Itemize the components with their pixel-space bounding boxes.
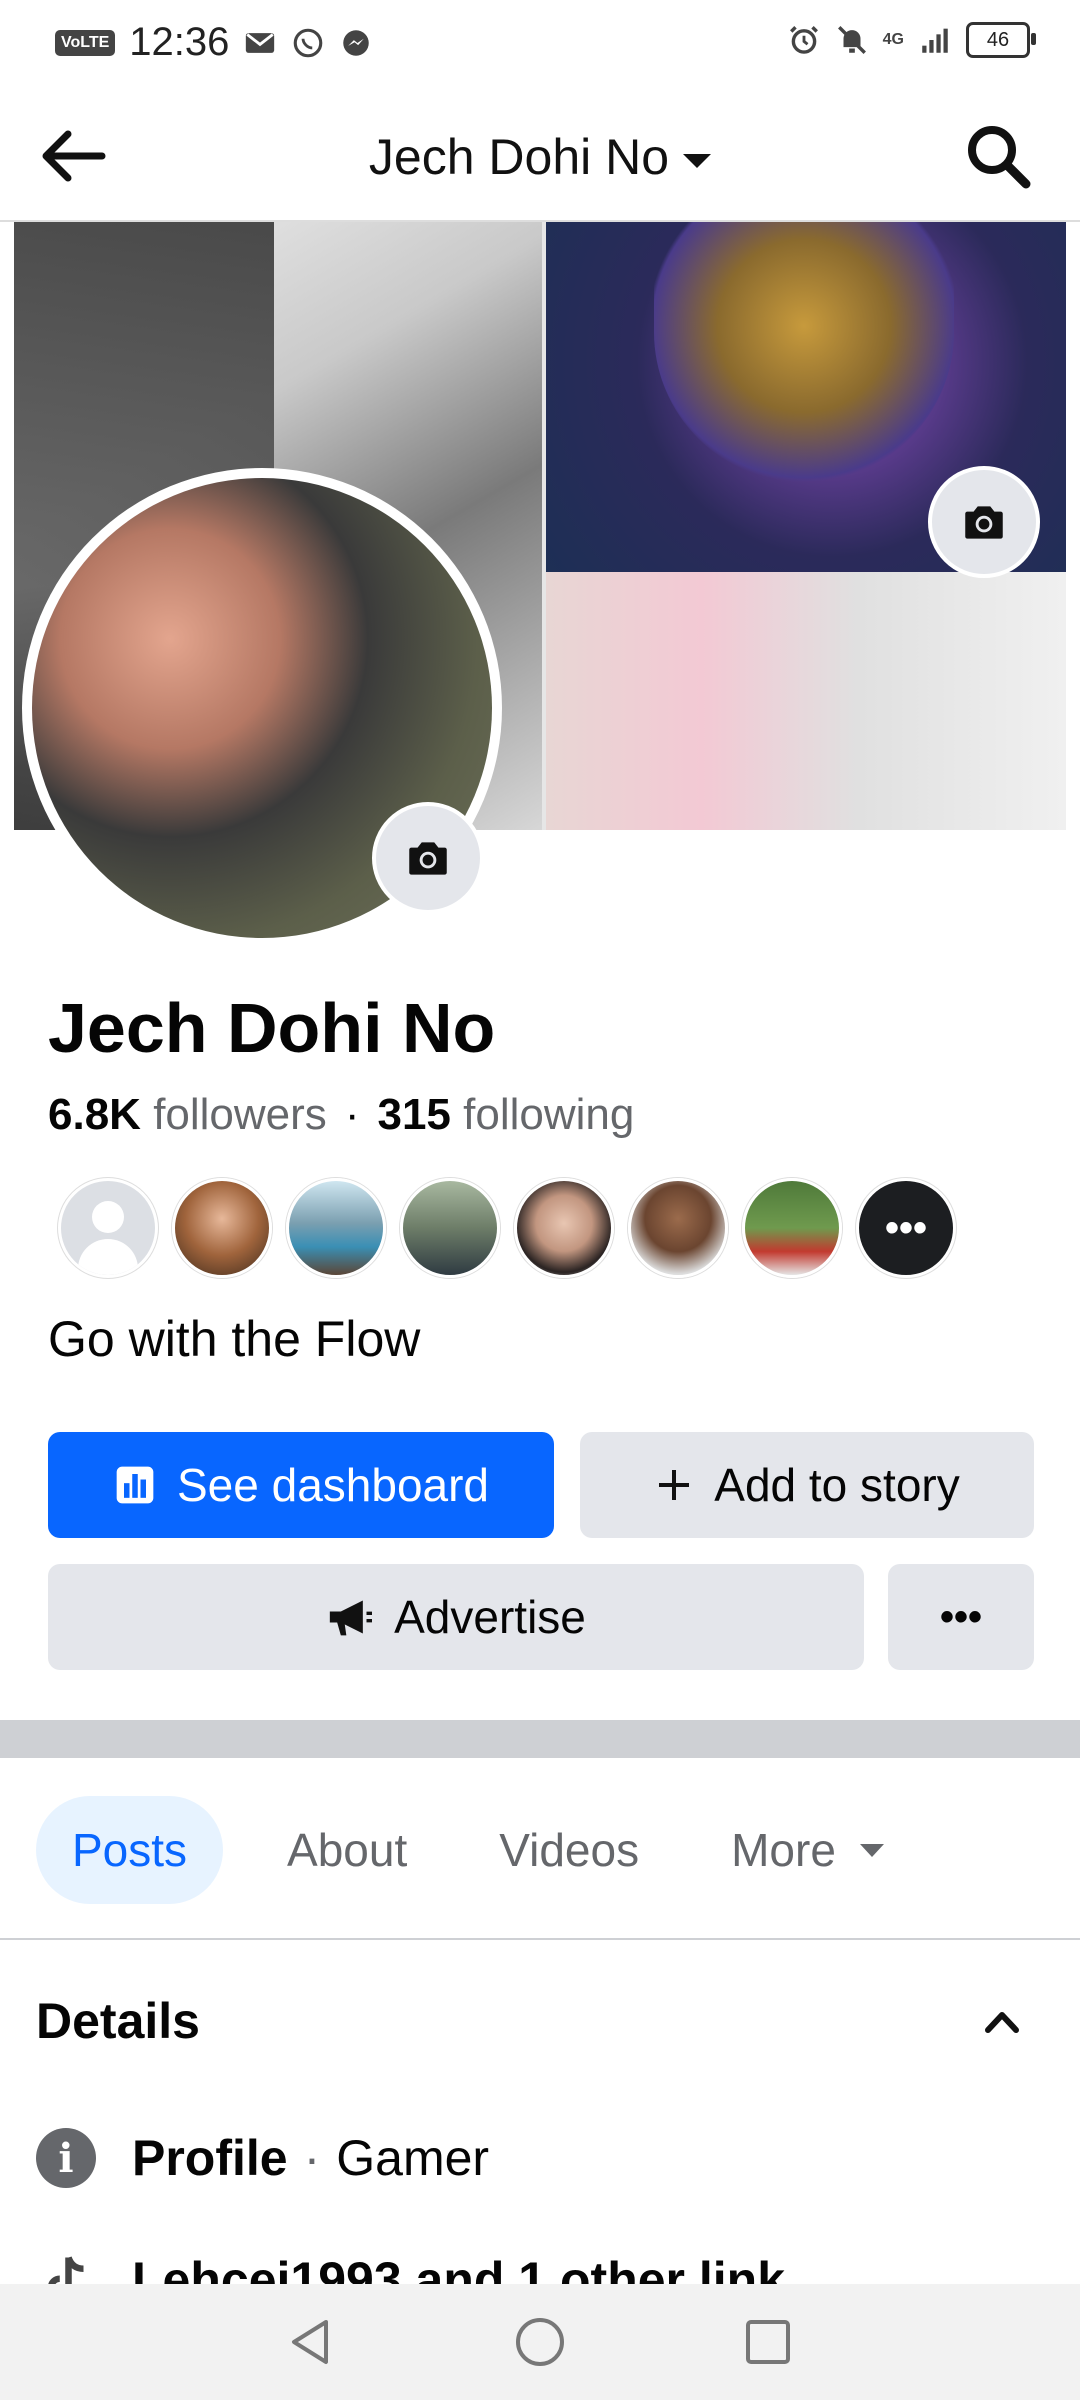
advertise-button[interactable]: Advertise [48,1564,864,1670]
clock: 12:36 [129,20,230,64]
alarm-icon [789,26,818,54]
tabs-divider [0,1938,1080,1940]
see-dashboard-label: See dashboard [176,1459,490,1511]
mute-icon [837,26,866,54]
system-navigation-bar [0,2284,1080,2400]
signal-label: 4G [882,31,904,48]
info-icon: i [36,2128,96,2188]
tab-label: Posts [72,1824,188,1876]
status-bar: VoLTE 12:36 4G 46 [0,0,1080,92]
caret-down-icon [859,1843,884,1857]
status-left: VoLTE 12:36 [55,20,373,65]
friend-avatar[interactable] [172,1178,272,1278]
camera-icon [409,842,447,875]
tab-posts[interactable]: Posts [36,1796,224,1904]
edit-profile-picture-camera-button[interactable] [372,802,484,914]
tab-label: More [731,1824,836,1876]
cover-photo-mirror-selfie [546,572,1066,830]
following-label: following [463,1090,635,1139]
profile-switcher[interactable]: Jech Dohi No [0,128,1080,186]
plus-icon [659,1470,690,1500]
tab-label: Videos [499,1824,640,1876]
following-link[interactable]: 315 following [377,1090,634,1139]
more-options-button[interactable]: ••• [888,1564,1034,1670]
profile-tabs: Posts About Videos More [36,1796,948,1904]
friend-avatar[interactable] [514,1178,614,1278]
detail-separator: · [303,2130,321,2186]
friend-avatar[interactable] [400,1178,500,1278]
add-to-story-button[interactable]: Add to story [580,1432,1034,1538]
tab-about[interactable]: About [259,1796,435,1904]
follow-stats: 6.8K followers · 315 following [48,1090,634,1140]
friend-avatar[interactable] [286,1178,386,1278]
tab-videos[interactable]: Videos [471,1796,667,1904]
profile-name: Jech Dohi No [48,989,496,1067]
followers-count: 6.8K [48,1090,141,1139]
caret-down-icon [683,153,712,168]
chevron-up-icon[interactable] [982,2002,1022,2042]
mail-icon [246,32,275,53]
camera-icon [965,506,1003,539]
more-friends-button[interactable]: ••• [856,1178,956,1278]
home-circle-icon[interactable] [512,2314,568,2370]
followers-link[interactable]: 6.8K followers [48,1090,327,1139]
search-icon[interactable] [964,122,1032,190]
stats-separator: · [344,1090,360,1139]
megaphone-icon [329,1600,373,1636]
more-dots-icon: ••• [939,1594,982,1639]
battery-level: 46 [986,28,1010,51]
following-count: 315 [377,1090,451,1139]
messenger-icon [343,29,370,56]
friend-avatar[interactable] [58,1178,158,1278]
battery-indicator: 46 [966,22,1036,58]
detail-profile-category: i Profile · Gamer [36,2128,489,2188]
detail-key: Profile [132,2130,288,2186]
status-right: 4G 46 [787,22,1036,58]
tab-label: About [287,1824,408,1876]
tab-more[interactable]: More [703,1796,912,1904]
volte-badge: VoLTE [55,29,116,56]
details-heading: Details [36,1993,200,2049]
back-triangle-icon[interactable] [282,2314,338,2370]
top-nav: Jech Dohi No [0,92,1080,222]
add-to-story-label: Add to story [714,1459,960,1511]
nav-title-text: Jech Dohi No [368,129,670,185]
whatsapp-icon [294,28,323,57]
advertise-label: Advertise [394,1591,586,1643]
edit-cover-camera-button[interactable] [928,466,1040,578]
dashboard-icon [116,1466,154,1504]
friend-avatar[interactable] [742,1178,842,1278]
see-dashboard-button[interactable]: See dashboard [48,1432,554,1538]
friend-avatar[interactable] [628,1178,728,1278]
followers-label: followers [153,1090,327,1139]
signal-icon [922,28,948,53]
detail-value: Gamer [336,2130,490,2186]
section-divider [0,1720,1080,1758]
follower-avatars: ••• [58,1178,956,1278]
recents-square-icon[interactable] [740,2314,796,2370]
profile-bio: Go with the Flow [48,1311,421,1367]
